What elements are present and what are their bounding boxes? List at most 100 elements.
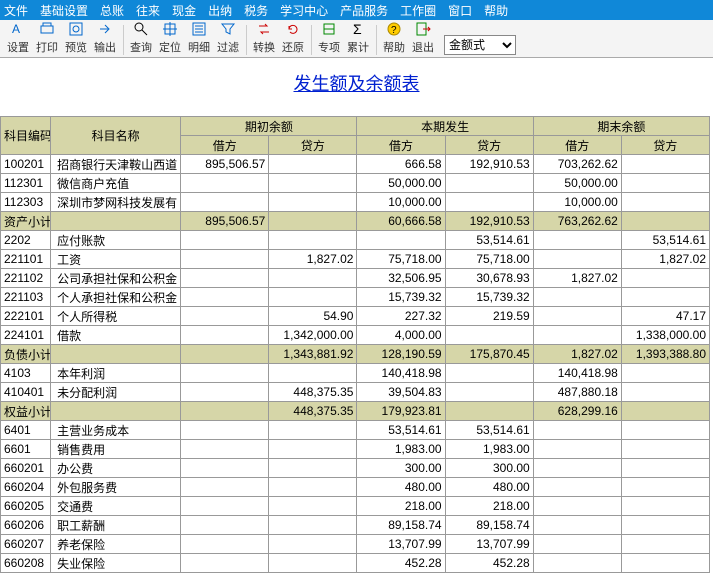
cell — [621, 155, 709, 174]
table-row[interactable]: 221102公司承担社保和公积金32,506.9530,678.931,827.… — [1, 269, 710, 288]
table-row[interactable]: 660206职工薪酬89,158.7489,158.74 — [1, 516, 710, 535]
search-button[interactable]: 查询 — [127, 20, 155, 55]
menu-item[interactable]: 工作圈 — [400, 2, 436, 19]
special-button[interactable]: 专项 — [315, 20, 343, 55]
sum-button[interactable]: Σ累计 — [344, 20, 372, 55]
set-button[interactable]: A设置 — [4, 20, 32, 55]
cell: 10,000.00 — [533, 193, 621, 212]
table-row[interactable]: 221101工资1,827.0275,718.0075,718.001,827.… — [1, 250, 710, 269]
menu-item[interactable]: 往来 — [136, 2, 160, 19]
detail-button[interactable]: 明细 — [185, 20, 213, 55]
export-icon — [95, 20, 115, 38]
cell — [621, 421, 709, 440]
table-row[interactable]: 权益小计448,375.35179,923.81628,299.16 — [1, 402, 710, 421]
table-row[interactable]: 6401主营业务成本53,514.6153,514.61 — [1, 421, 710, 440]
cell: 本年利润 — [51, 364, 181, 383]
cell — [533, 250, 621, 269]
cell: 300.00 — [357, 459, 445, 478]
restore-button[interactable]: 还原 — [279, 20, 307, 55]
cell: 6601 — [1, 440, 51, 459]
cell — [445, 326, 533, 345]
display-mode-select[interactable]: 金额式 — [444, 35, 516, 55]
menu-item[interactable]: 学习中心 — [280, 2, 328, 19]
table-row[interactable]: 4103本年利润140,418.98140,418.98 — [1, 364, 710, 383]
cell: 个人承担社保和公积金 — [51, 288, 181, 307]
report-title: 发生额及余额表 — [0, 70, 713, 96]
table-row[interactable]: 660201办公费300.00300.00 — [1, 459, 710, 478]
cell: 895,506.57 — [181, 212, 269, 231]
cell: 300.00 — [445, 459, 533, 478]
cell — [621, 535, 709, 554]
menu-item[interactable]: 总账 — [100, 2, 124, 19]
menu-item[interactable]: 基础设置 — [40, 2, 88, 19]
cell — [445, 174, 533, 193]
cell — [621, 459, 709, 478]
cell — [621, 516, 709, 535]
table-row[interactable]: 6601销售费用1,983.001,983.00 — [1, 440, 710, 459]
table-row[interactable]: 660205交通费218.00218.00 — [1, 497, 710, 516]
convert-button[interactable]: 转换 — [250, 20, 278, 55]
cell — [621, 364, 709, 383]
cell: 微信商户充值 — [51, 174, 181, 193]
locate-icon — [160, 20, 180, 38]
menu-item[interactable]: 税务 — [244, 2, 268, 19]
cell: 221101 — [1, 250, 51, 269]
cell — [269, 364, 357, 383]
print-button[interactable]: 打印 — [33, 20, 61, 55]
help-button[interactable]: ?帮助 — [380, 20, 408, 55]
cell: 13,707.99 — [357, 535, 445, 554]
menu-item[interactable]: 产品服务 — [340, 2, 388, 19]
cell: 221102 — [1, 269, 51, 288]
cell: 660205 — [1, 497, 51, 516]
cell: 1,342,000.00 — [269, 326, 357, 345]
cell: 50,000.00 — [533, 174, 621, 193]
cell — [181, 459, 269, 478]
cell: 140,418.98 — [357, 364, 445, 383]
locate-button[interactable]: 定位 — [156, 20, 184, 55]
table-row[interactable]: 资产小计895,506.5760,666.58192,910.53763,262… — [1, 212, 710, 231]
table-row[interactable]: 660208失业保险452.28452.28 — [1, 554, 710, 573]
table-row[interactable]: 2202应付账款53,514.6153,514.61 — [1, 231, 710, 250]
cell: 借款 — [51, 326, 181, 345]
table-row[interactable]: 112303深圳市梦网科技发展有10,000.0010,000.00 — [1, 193, 710, 212]
table-row[interactable]: 负债小计1,343,881.92128,190.59175,870.451,82… — [1, 345, 710, 364]
cell: 452.28 — [357, 554, 445, 573]
cell: 192,910.53 — [445, 155, 533, 174]
table-row[interactable]: 660204外包服务费480.00480.00 — [1, 478, 710, 497]
table-row[interactable]: 660207养老保险13,707.9913,707.99 — [1, 535, 710, 554]
export-button[interactable]: 输出 — [91, 20, 119, 55]
menu-item[interactable]: 文件 — [4, 2, 28, 19]
table-row[interactable]: 224101借款1,342,000.004,000.001,338,000.00 — [1, 326, 710, 345]
cell: 227.32 — [357, 307, 445, 326]
menu-item[interactable]: 帮助 — [484, 2, 508, 19]
cell: 权益小计 — [1, 402, 51, 421]
cell — [269, 497, 357, 516]
menu-item[interactable]: 现金 — [172, 2, 196, 19]
menu-item[interactable]: 出纳 — [208, 2, 232, 19]
cell: 53,514.61 — [621, 231, 709, 250]
cell — [269, 231, 357, 250]
menu-item[interactable]: 窗口 — [448, 2, 472, 19]
cell — [621, 193, 709, 212]
cell: 招商银行天津鞍山西道 — [51, 155, 181, 174]
cell: 养老保险 — [51, 535, 181, 554]
cell — [181, 497, 269, 516]
cell: 15,739.32 — [445, 288, 533, 307]
table-row[interactable]: 410401未分配利润448,375.3539,504.83487,880.18 — [1, 383, 710, 402]
cell: 4,000.00 — [357, 326, 445, 345]
help-icon: ? — [384, 20, 404, 38]
table-row[interactable]: 222101个人所得税54.90227.32219.5947.17 — [1, 307, 710, 326]
exit-button[interactable]: 退出 — [409, 20, 437, 55]
table-row[interactable]: 221103个人承担社保和公积金15,739.3215,739.32 — [1, 288, 710, 307]
table-row[interactable]: 100201招商银行天津鞍山西道895,506.57666.58192,910.… — [1, 155, 710, 174]
header-code: 科目编码 — [1, 117, 51, 155]
cell: 外包服务费 — [51, 478, 181, 497]
cell: 128,190.59 — [357, 345, 445, 364]
filter-button[interactable]: 过滤 — [214, 20, 242, 55]
table-row[interactable]: 112301微信商户充值50,000.0050,000.00 — [1, 174, 710, 193]
cell: 60,666.58 — [357, 212, 445, 231]
cell — [269, 535, 357, 554]
preview-button[interactable]: 预览 — [62, 20, 90, 55]
cell — [181, 440, 269, 459]
toolbar-label: 过滤 — [217, 39, 239, 55]
